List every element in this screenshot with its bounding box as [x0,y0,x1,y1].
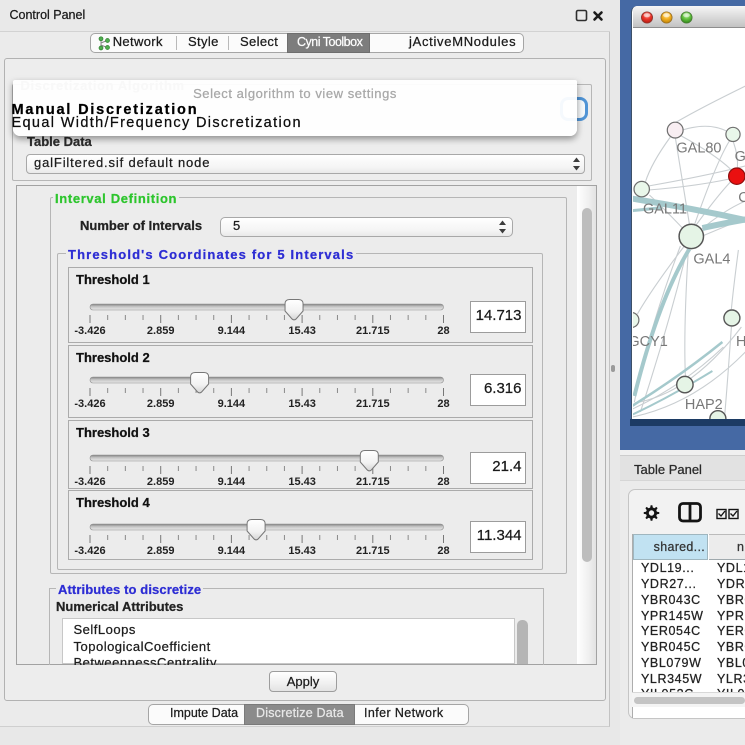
svg-text:15.43: 15.43 [288,398,316,410]
svg-text:GCY1: GCY1 [633,334,668,350]
svg-text:28: 28 [437,325,449,337]
svg-text:21.715: 21.715 [356,398,390,410]
svg-text:9.144: 9.144 [218,545,246,557]
svg-text:9.144: 9.144 [218,476,246,488]
svg-text:-3.426: -3.426 [74,325,105,337]
svg-text:21.715: 21.715 [356,545,390,557]
svg-text:15.43: 15.43 [288,476,316,488]
svg-text:2.859: 2.859 [147,476,175,488]
svg-text:15.43: 15.43 [288,545,316,557]
svg-text:9.144: 9.144 [218,325,246,337]
svg-text:HAP2: HAP2 [684,397,722,413]
svg-text:-3.426: -3.426 [74,398,105,410]
svg-text:28: 28 [437,398,449,410]
svg-text:2.859: 2.859 [147,398,175,410]
svg-text:15.43: 15.43 [288,325,316,337]
svg-text:HIS4: HIS4 [736,334,745,350]
svg-text:2.859: 2.859 [147,325,175,337]
svg-text:2.859: 2.859 [147,545,175,557]
svg-text:28: 28 [437,545,449,557]
svg-text:GAL80: GAL80 [676,141,721,157]
svg-text:GAL11: GAL11 [643,202,687,218]
svg-text:21.715: 21.715 [356,325,390,337]
svg-text:-3.426: -3.426 [74,545,105,557]
svg-text:GAL4: GAL4 [693,251,730,267]
svg-text:9.144: 9.144 [218,398,246,410]
svg-text:GAL1: GAL1 [734,149,745,165]
svg-text:21.715: 21.715 [356,476,390,488]
svg-text:-3.426: -3.426 [74,476,105,488]
svg-text:28: 28 [437,476,449,488]
svg-text:C: C [738,190,745,206]
